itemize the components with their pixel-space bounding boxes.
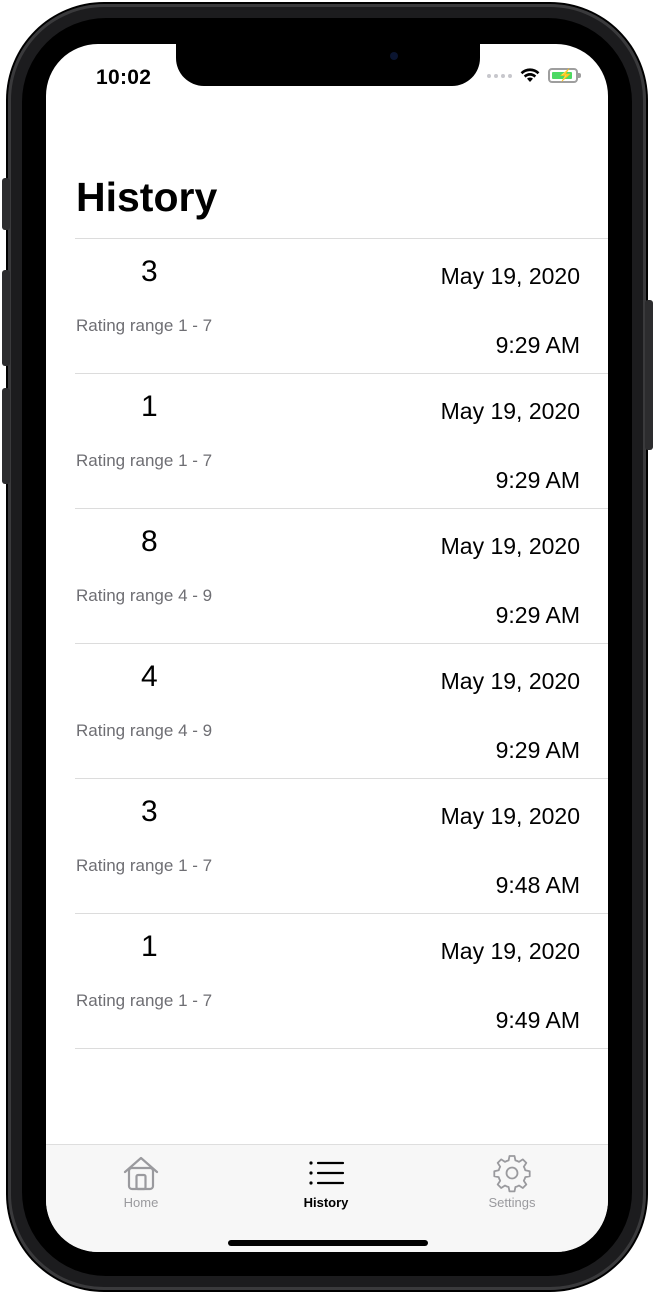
status-icons: ⚡ bbox=[487, 68, 581, 83]
home-icon bbox=[123, 1156, 159, 1191]
rating-value: 4 bbox=[141, 660, 158, 693]
notch bbox=[176, 44, 480, 86]
status-time: 10:02 bbox=[96, 66, 152, 89]
rating-range: Rating range 1 - 7 bbox=[76, 451, 213, 470]
entry-time: 9:29 AM bbox=[495, 737, 580, 763]
rating-value: 1 bbox=[141, 390, 158, 423]
history-row[interactable]: 3 Rating range 1 - 7 May 19, 2020 9:29 A… bbox=[75, 239, 608, 374]
camera bbox=[390, 52, 398, 60]
rating-value: 3 bbox=[141, 255, 158, 288]
page-title: History bbox=[76, 174, 218, 220]
rating-range: Rating range 1 - 7 bbox=[76, 991, 213, 1010]
history-row[interactable]: 1 Rating range 1 - 7 May 19, 2020 9:29 A… bbox=[75, 374, 608, 509]
tab-bar: Home History Settings bbox=[46, 1144, 608, 1252]
history-row[interactable]: 3 Rating range 1 - 7 May 19, 2020 9:48 A… bbox=[75, 779, 608, 914]
rating-range: Rating range 1 - 7 bbox=[76, 856, 213, 875]
screen: 10:02 ⚡ History 3 Rating range 1 - 7 May… bbox=[46, 44, 608, 1252]
history-row[interactable]: 8 Rating range 4 - 9 May 19, 2020 9:29 A… bbox=[75, 509, 608, 644]
entry-time: 9:48 AM bbox=[495, 872, 580, 898]
history-row[interactable]: 1 Rating range 1 - 7 May 19, 2020 9:49 A… bbox=[75, 914, 608, 1049]
entry-time: 9:29 AM bbox=[495, 332, 580, 358]
rating-range: Rating range 4 - 9 bbox=[76, 721, 213, 740]
home-indicator[interactable] bbox=[228, 1240, 428, 1246]
rating-value: 1 bbox=[141, 930, 158, 963]
wifi-icon bbox=[520, 68, 540, 82]
volume-down-button bbox=[2, 388, 10, 484]
tab-history-label: History bbox=[303, 1195, 349, 1210]
mute-switch bbox=[2, 178, 10, 230]
entry-date: May 19, 2020 bbox=[440, 938, 580, 964]
entry-time: 9:29 AM bbox=[495, 602, 580, 628]
entry-time: 9:29 AM bbox=[495, 467, 580, 493]
entry-date: May 19, 2020 bbox=[440, 263, 580, 289]
entry-date: May 19, 2020 bbox=[440, 533, 580, 559]
tab-home-label: Home bbox=[123, 1195, 159, 1210]
tab-settings-label: Settings bbox=[488, 1195, 536, 1210]
tab-home[interactable]: Home bbox=[81, 1153, 201, 1210]
list-icon bbox=[309, 1161, 345, 1185]
tab-settings[interactable]: Settings bbox=[452, 1153, 572, 1210]
volume-up-button bbox=[2, 270, 10, 366]
cellular-signal-icon bbox=[487, 73, 512, 78]
entry-time: 9:49 AM bbox=[495, 1007, 580, 1033]
rating-value: 8 bbox=[141, 525, 158, 558]
entry-date: May 19, 2020 bbox=[440, 803, 580, 829]
history-list: 3 Rating range 1 - 7 May 19, 2020 9:29 A… bbox=[75, 239, 608, 1049]
entry-date: May 19, 2020 bbox=[440, 398, 580, 424]
history-row[interactable]: 4 Rating range 4 - 9 May 19, 2020 9:29 A… bbox=[75, 644, 608, 779]
tab-history[interactable]: History bbox=[266, 1153, 386, 1210]
power-button bbox=[645, 300, 653, 450]
rating-value: 3 bbox=[141, 795, 158, 828]
rating-range: Rating range 1 - 7 bbox=[76, 316, 213, 335]
entry-date: May 19, 2020 bbox=[440, 668, 580, 694]
gear-icon bbox=[493, 1155, 531, 1193]
rating-range: Rating range 4 - 9 bbox=[76, 586, 213, 605]
battery-icon: ⚡ bbox=[548, 68, 581, 83]
